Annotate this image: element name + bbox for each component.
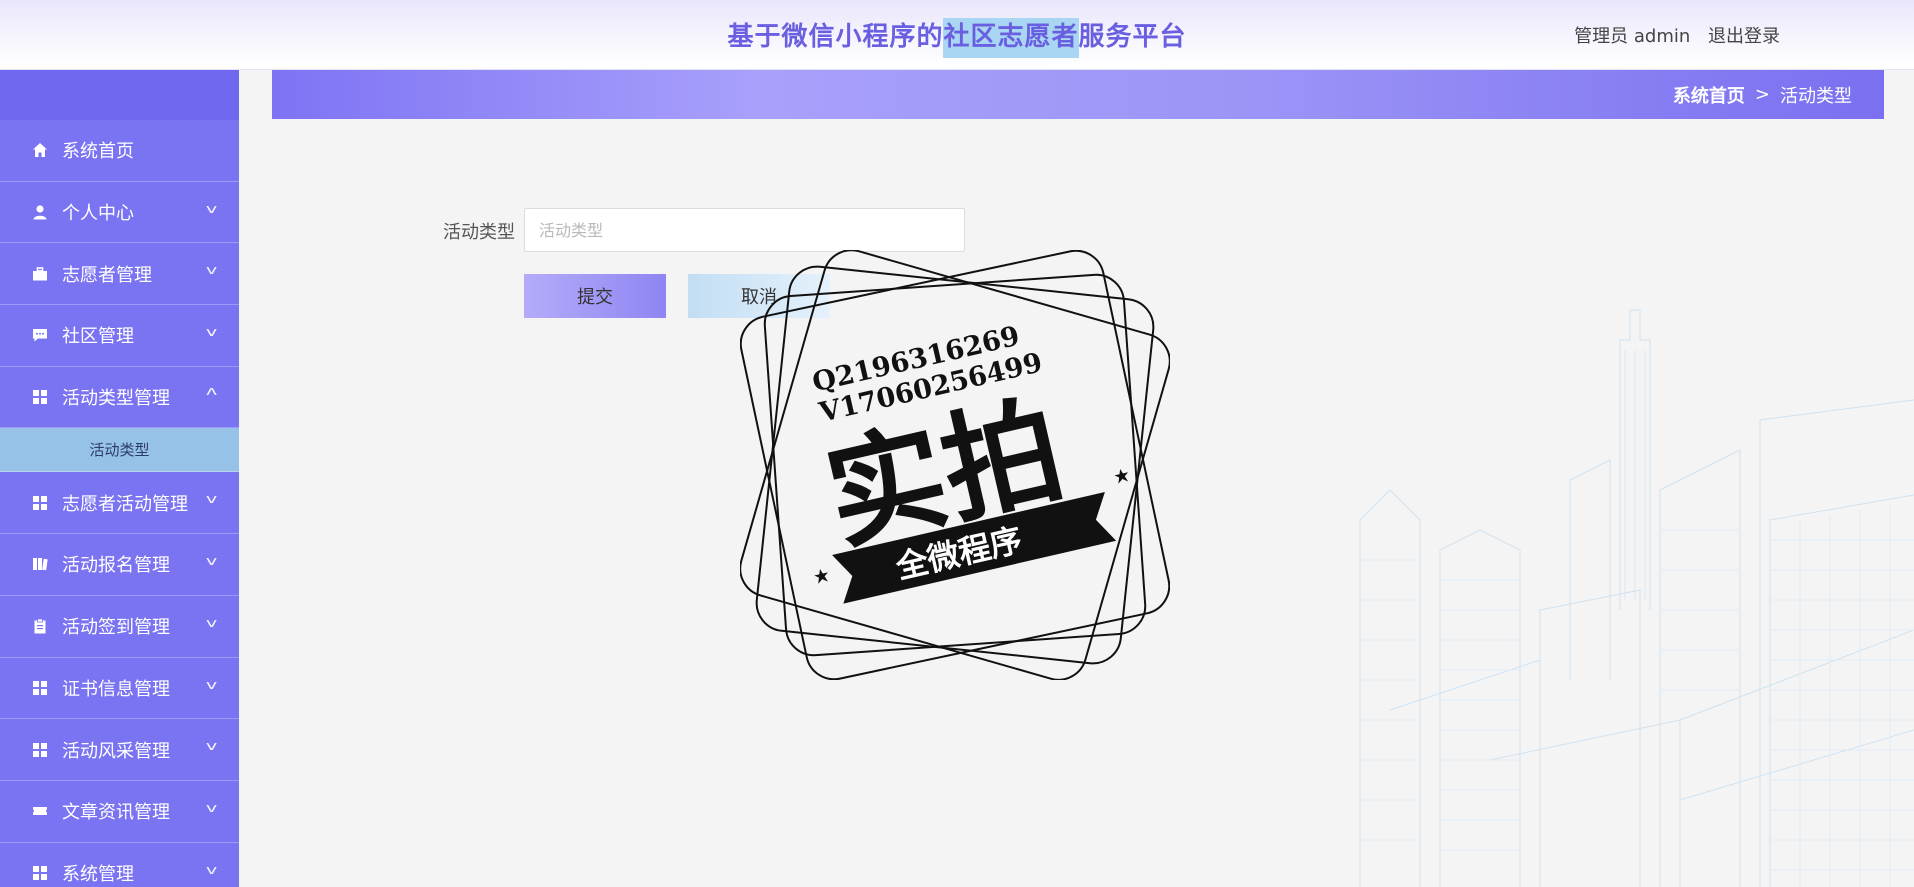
sidebar: 系统首页 个人中心 v 志愿者管理 v 社区管理 v 活动类型管理 v 活动类型 — [0, 70, 239, 887]
sidebar-item-community-management[interactable]: 社区管理 v — [0, 305, 239, 367]
sidebar-item-certificate-management[interactable]: 证书信息管理 v — [0, 658, 239, 720]
sidebar-item-label: 活动签到管理 — [62, 617, 170, 639]
book-icon — [32, 556, 48, 572]
city-background-illustration — [1359, 309, 1914, 887]
breadcrumb-home-link[interactable]: 系统首页 — [1673, 82, 1745, 108]
chevron-down-icon: v — [205, 615, 218, 630]
chevron-down-icon: v — [205, 800, 218, 815]
star-icon — [814, 569, 828, 584]
chat-icon — [32, 327, 48, 343]
sidebar-item-label: 志愿者管理 — [62, 264, 152, 286]
grid-icon — [32, 742, 48, 758]
person-icon — [32, 204, 48, 220]
sidebar-item-label: 证书信息管理 — [62, 678, 170, 700]
sidebar-header — [0, 70, 239, 120]
grid-icon — [32, 865, 48, 881]
top-bar: 基于微信小程序的社区志愿者服务平台 管理员 admin 退出登录 — [0, 0, 1914, 70]
sidebar-item-label: 社区管理 — [62, 326, 134, 348]
sidebar-item-registration-management[interactable]: 活动报名管理 v — [0, 534, 239, 596]
breadcrumb-current: 活动类型 — [1780, 85, 1852, 107]
chevron-down-icon: v — [205, 677, 218, 692]
chevron-down-icon: v — [205, 862, 218, 877]
chevron-down-icon: v — [205, 739, 218, 754]
sidebar-item-volunteer-activity-management[interactable]: 志愿者活动管理 v — [0, 472, 239, 535]
sidebar-item-label: 系统首页 — [62, 141, 134, 163]
sidebar-item-label: 系统管理 — [62, 863, 134, 885]
sidebar-item-label: 活动报名管理 — [62, 555, 170, 577]
sidebar-item-system-management[interactable]: 系统管理 v — [0, 843, 239, 887]
ticket-icon — [32, 803, 48, 819]
grid-icon — [32, 495, 48, 511]
activity-type-input[interactable] — [524, 208, 965, 252]
sidebar-item-label: 个人中心 — [62, 203, 134, 225]
star-icon — [1114, 468, 1129, 484]
chevron-up-icon: v — [205, 384, 218, 399]
home-icon — [32, 142, 48, 158]
sidebar-item-article-management[interactable]: 文章资讯管理 v — [0, 781, 239, 843]
chevron-down-icon: v — [205, 263, 218, 278]
app-title-prefix: 基于微信小程序的 — [727, 22, 944, 52]
user-label: 管理员 admin — [1574, 26, 1691, 47]
breadcrumb: 系统首页 > 活动类型 — [272, 70, 1884, 119]
grid-icon — [32, 389, 48, 405]
logout-link[interactable]: 退出登录 — [1708, 26, 1780, 47]
breadcrumb-separator: > — [1754, 84, 1770, 105]
chevron-down-icon: v — [205, 201, 218, 216]
grid-icon — [32, 680, 48, 696]
clipboard-icon — [32, 618, 48, 634]
submenu-item-activity-type[interactable]: 活动类型 — [0, 428, 239, 473]
chevron-down-icon: v — [205, 554, 218, 569]
sidebar-item-personal-center[interactable]: 个人中心 v — [0, 182, 239, 244]
activity-type-label: 活动类型 — [443, 222, 515, 243]
sidebar-item-label: 活动类型管理 — [62, 388, 170, 410]
app-title-highlight: 社区志愿者 — [943, 18, 1079, 58]
briefcase-icon — [32, 266, 48, 282]
sidebar-item-label: 志愿者活动管理 — [62, 493, 188, 515]
sidebar-item-signin-management[interactable]: 活动签到管理 v — [0, 596, 239, 658]
sidebar-item-home[interactable]: 系统首页 — [0, 120, 239, 182]
chevron-down-icon: v — [205, 325, 218, 340]
watermark-stamp: Q2196316269 V17060256499 实拍 全微程序 — [740, 250, 1170, 680]
sidebar-item-label: 文章资讯管理 — [62, 802, 170, 824]
sidebar-item-label: 活动风采管理 — [62, 740, 170, 762]
sidebar-item-activity-type-management[interactable]: 活动类型管理 v — [0, 367, 239, 429]
sidebar-item-volunteer-management[interactable]: 志愿者管理 v — [0, 243, 239, 306]
app-title-suffix: 服务平台 — [1078, 22, 1187, 52]
submenu-item-label: 活动类型 — [89, 441, 150, 460]
user-box: 管理员 admin 退出登录 — [1562, 22, 1780, 48]
chevron-down-icon: v — [205, 492, 218, 507]
submit-button[interactable]: 提交 — [524, 274, 666, 318]
sidebar-item-activity-showcase-management[interactable]: 活动风采管理 v — [0, 719, 239, 781]
